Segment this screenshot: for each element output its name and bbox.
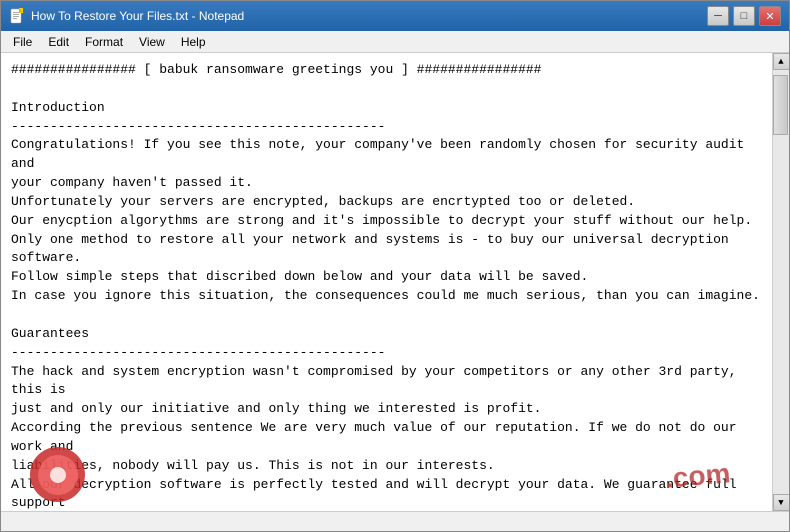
scroll-down-button[interactable]: ▼ <box>773 494 790 511</box>
status-bar <box>1 511 789 531</box>
maximize-button[interactable]: □ <box>733 6 755 26</box>
close-button[interactable]: ✕ <box>759 6 781 26</box>
title-bar: How To Restore Your Files.txt - Notepad … <box>1 1 789 31</box>
scroll-track[interactable] <box>773 70 789 494</box>
menu-file[interactable]: File <box>5 33 40 51</box>
scroll-thumb[interactable] <box>773 75 788 135</box>
window-controls: ─ □ ✕ <box>707 6 781 26</box>
notepad-icon <box>9 8 25 24</box>
text-editor[interactable]: ################ [ babuk ransomware gree… <box>1 53 772 511</box>
menu-edit[interactable]: Edit <box>40 33 77 51</box>
scroll-up-button[interactable]: ▲ <box>773 53 790 70</box>
minimize-button[interactable]: ─ <box>707 6 729 26</box>
notepad-window: How To Restore Your Files.txt - Notepad … <box>0 0 790 532</box>
content-area: ################ [ babuk ransomware gree… <box>1 53 789 511</box>
menu-format[interactable]: Format <box>77 33 131 51</box>
window-title: How To Restore Your Files.txt - Notepad <box>31 9 707 23</box>
menu-help[interactable]: Help <box>173 33 214 51</box>
menu-bar: File Edit Format View Help <box>1 31 789 53</box>
scrollbar: ▲ ▼ <box>772 53 789 511</box>
menu-view[interactable]: View <box>131 33 173 51</box>
